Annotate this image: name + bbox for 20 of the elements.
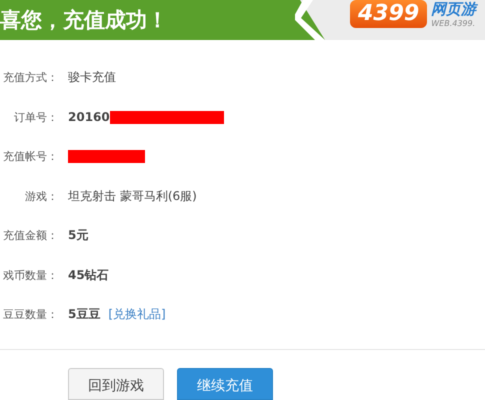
field-label: 订单号：: [14, 110, 58, 125]
continue-button[interactable]: 继续充值: [177, 368, 273, 400]
field-label: 充值方式：: [3, 70, 58, 86]
logo-badge: 4399: [350, 0, 428, 28]
field-value: 45钻石: [68, 266, 109, 284]
field-value: 20160: [68, 110, 110, 124]
field-label: 豆豆数量：: [3, 307, 58, 322]
field-value: 骏卡充值: [68, 69, 116, 86]
field-label: 充值金额：: [3, 228, 58, 244]
field-label: 游戏：: [25, 188, 58, 204]
success-title: 喜您，充值成功！: [0, 7, 168, 34]
logo-name: 网页游: [431, 0, 476, 19]
field-value: 5豆豆: [68, 306, 100, 324]
back-button[interactable]: 回到游戏: [68, 368, 164, 400]
field-label: 充值帐号：: [3, 149, 58, 164]
field-value: 5元: [68, 227, 88, 244]
logo-url: WEB.4399.: [431, 19, 476, 28]
field-label: 戏币数量：: [3, 268, 58, 283]
exchange-gift-link[interactable]: [兑换礼品]: [108, 306, 166, 324]
field-value: 坦克射击 蒙哥马利(6服): [68, 188, 197, 205]
